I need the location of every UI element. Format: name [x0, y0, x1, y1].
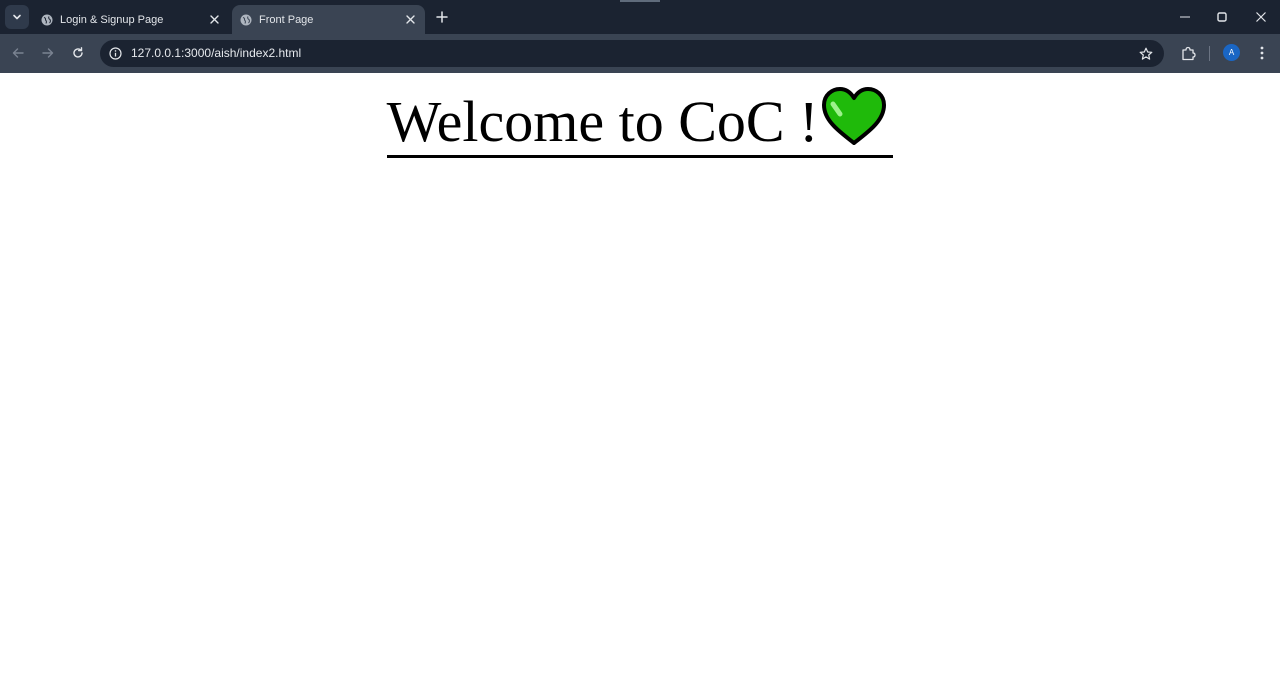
green-heart-icon — [822, 87, 887, 145]
restore-button[interactable] — [1210, 6, 1234, 28]
minimize-icon — [1180, 16, 1190, 18]
tab-strip: Login & Signup Page Front Page — [0, 0, 1280, 34]
profile-avatar[interactable]: A — [1223, 44, 1240, 61]
browser-toolbar: 127.0.0.1:3000/aish/index2.html A — [0, 34, 1280, 73]
arrow-left-icon — [12, 48, 24, 58]
page-heading-text: Welcome to CoC ! — [386, 89, 819, 154]
puzzle-piece-icon — [1181, 46, 1196, 60]
tab-front-page[interactable]: Front Page — [232, 5, 425, 34]
extensions-button[interactable] — [1178, 43, 1198, 63]
page-heading-underlined: Welcome to CoC ! — [386, 87, 894, 158]
star-icon — [1139, 47, 1152, 60]
chevron-down-icon — [13, 14, 21, 20]
toolbar-divider — [1209, 46, 1210, 61]
back-button[interactable] — [7, 42, 29, 64]
close-window-button[interactable] — [1249, 6, 1273, 28]
tab-title: Front Page — [259, 13, 314, 26]
minimize-button[interactable] — [1173, 6, 1197, 28]
reload-button[interactable] — [67, 42, 89, 64]
tab-close-button[interactable] — [207, 12, 221, 26]
address-bar[interactable]: 127.0.0.1:3000/aish/index2.html — [100, 40, 1164, 67]
globe-icon — [41, 14, 53, 25]
plus-icon — [436, 11, 448, 23]
tab-search-button[interactable] — [5, 5, 29, 29]
page-content: Welcome to CoC ! — [0, 73, 1280, 686]
restore-icon — [1217, 12, 1227, 22]
site-info-button[interactable] — [108, 46, 123, 61]
url-text[interactable]: 127.0.0.1:3000/aish/index2.html — [131, 46, 301, 60]
more-vertical-icon — [1260, 46, 1264, 60]
close-icon — [1256, 12, 1266, 22]
bookmark-button[interactable] — [1137, 45, 1154, 62]
globe-icon — [240, 14, 252, 25]
close-icon — [405, 14, 415, 24]
arrow-right-icon — [42, 48, 54, 58]
close-icon — [209, 14, 219, 24]
window-drag-indicator — [620, 0, 660, 2]
tab-close-button[interactable] — [403, 12, 417, 26]
info-icon — [109, 47, 122, 60]
browser-menu-button[interactable] — [1252, 43, 1272, 63]
reload-icon — [73, 47, 83, 58]
forward-button[interactable] — [37, 42, 59, 64]
tab-title: Login & Signup Page — [60, 13, 164, 26]
page-heading: Welcome to CoC ! — [0, 87, 1280, 158]
tab-login-signup[interactable]: Login & Signup Page — [33, 5, 229, 34]
browser-window: Login & Signup Page Front Page 127.0.0.1… — [0, 0, 1280, 686]
new-tab-button[interactable] — [433, 8, 451, 26]
